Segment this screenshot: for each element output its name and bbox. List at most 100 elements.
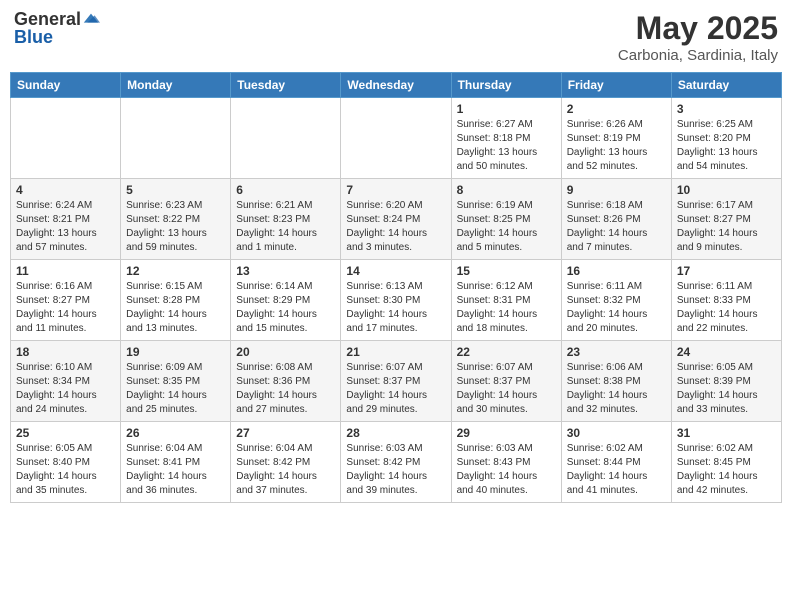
day-info: Sunrise: 6:25 AM Sunset: 8:20 PM Dayligh… bbox=[677, 118, 776, 174]
day-info: Sunrise: 6:24 AM Sunset: 8:21 PM Dayligh… bbox=[16, 199, 115, 255]
calendar-cell: 22 Sunrise: 6:07 AM Sunset: 8:37 PM Dayli… bbox=[451, 341, 561, 422]
logo-general: General bbox=[14, 10, 81, 28]
day-info: Sunrise: 6:05 AM Sunset: 8:40 PM Dayligh… bbox=[16, 442, 115, 498]
calendar-cell bbox=[341, 98, 451, 179]
day-number: 26 bbox=[126, 426, 225, 440]
day-info: Sunrise: 6:12 AM Sunset: 8:31 PM Dayligh… bbox=[457, 280, 556, 336]
day-number: 11 bbox=[16, 264, 115, 278]
day-number: 28 bbox=[346, 426, 445, 440]
day-number: 22 bbox=[457, 345, 556, 359]
calendar-cell: 23 Sunrise: 6:06 AM Sunset: 8:38 PM Dayli… bbox=[561, 341, 671, 422]
day-info: Sunrise: 6:02 AM Sunset: 8:44 PM Dayligh… bbox=[567, 442, 666, 498]
calendar-cell bbox=[231, 98, 341, 179]
day-number: 24 bbox=[677, 345, 776, 359]
calendar-cell: 29 Sunrise: 6:03 AM Sunset: 8:43 PM Dayli… bbox=[451, 422, 561, 503]
day-number: 20 bbox=[236, 345, 335, 359]
calendar-body: 1Sunrise: 6:27 AM Sunset: 8:18 PM Daylig… bbox=[11, 98, 782, 503]
calendar-cell: 21 Sunrise: 6:07 AM Sunset: 8:37 PM Dayli… bbox=[341, 341, 451, 422]
day-number: 21 bbox=[346, 345, 445, 359]
day-info: Sunrise: 6:03 AM Sunset: 8:42 PM Dayligh… bbox=[346, 442, 445, 498]
page-title: May 2025 bbox=[618, 10, 778, 47]
day-info: Sunrise: 6:13 AM Sunset: 8:30 PM Dayligh… bbox=[346, 280, 445, 336]
day-number: 16 bbox=[567, 264, 666, 278]
calendar-cell: 3 Sunrise: 6:25 AM Sunset: 8:20 PM Daylig… bbox=[671, 98, 781, 179]
day-info: Sunrise: 6:20 AM Sunset: 8:24 PM Dayligh… bbox=[346, 199, 445, 255]
calendar-cell: 13 Sunrise: 6:14 AM Sunset: 8:29 PM Dayli… bbox=[231, 260, 341, 341]
day-header-saturday: Saturday bbox=[671, 73, 781, 98]
calendar-cell: 18 Sunrise: 6:10 AM Sunset: 8:34 PM Dayli… bbox=[11, 341, 121, 422]
day-number: 19 bbox=[126, 345, 225, 359]
calendar-week-1: 1Sunrise: 6:27 AM Sunset: 8:18 PM Daylig… bbox=[11, 98, 782, 179]
day-info: Sunrise: 6:07 AM Sunset: 8:37 PM Dayligh… bbox=[346, 361, 445, 417]
day-info: Sunrise: 6:07 AM Sunset: 8:37 PM Dayligh… bbox=[457, 361, 556, 417]
calendar-cell: 30 Sunrise: 6:02 AM Sunset: 8:44 PM Dayli… bbox=[561, 422, 671, 503]
calendar-cell: 14 Sunrise: 6:13 AM Sunset: 8:30 PM Dayli… bbox=[341, 260, 451, 341]
day-number: 23 bbox=[567, 345, 666, 359]
calendar-cell: 24 Sunrise: 6:05 AM Sunset: 8:39 PM Dayli… bbox=[671, 341, 781, 422]
day-info: Sunrise: 6:15 AM Sunset: 8:28 PM Dayligh… bbox=[126, 280, 225, 336]
calendar-cell: 5 Sunrise: 6:23 AM Sunset: 8:22 PM Daylig… bbox=[121, 179, 231, 260]
day-number: 4 bbox=[16, 183, 115, 197]
day-info: Sunrise: 6:26 AM Sunset: 8:19 PM Dayligh… bbox=[567, 118, 666, 174]
logo-icon bbox=[82, 10, 100, 28]
day-info: Sunrise: 6:04 AM Sunset: 8:42 PM Dayligh… bbox=[236, 442, 335, 498]
calendar-cell: 27 Sunrise: 6:04 AM Sunset: 8:42 PM Dayli… bbox=[231, 422, 341, 503]
day-info: Sunrise: 6:27 AM Sunset: 8:18 PM Dayligh… bbox=[457, 118, 556, 174]
day-number: 18 bbox=[16, 345, 115, 359]
day-number: 2 bbox=[567, 102, 666, 116]
day-number: 10 bbox=[677, 183, 776, 197]
calendar-cell: 16 Sunrise: 6:11 AM Sunset: 8:32 PM Dayli… bbox=[561, 260, 671, 341]
day-info: Sunrise: 6:08 AM Sunset: 8:36 PM Dayligh… bbox=[236, 361, 335, 417]
day-info: Sunrise: 6:03 AM Sunset: 8:43 PM Dayligh… bbox=[457, 442, 556, 498]
day-number: 17 bbox=[677, 264, 776, 278]
page-header: General Blue May 2025 Carbonia, Sardinia… bbox=[10, 10, 782, 64]
day-info: Sunrise: 6:14 AM Sunset: 8:29 PM Dayligh… bbox=[236, 280, 335, 336]
day-info: Sunrise: 6:17 AM Sunset: 8:27 PM Dayligh… bbox=[677, 199, 776, 255]
day-number: 25 bbox=[16, 426, 115, 440]
day-info: Sunrise: 6:11 AM Sunset: 8:33 PM Dayligh… bbox=[677, 280, 776, 336]
page-subtitle: Carbonia, Sardinia, Italy bbox=[618, 47, 778, 64]
calendar-cell: 12Sunrise: 6:15 AM Sunset: 8:28 PM Dayli… bbox=[121, 260, 231, 341]
logo-blue: Blue bbox=[14, 27, 53, 47]
day-number: 30 bbox=[567, 426, 666, 440]
calendar-week-5: 25 Sunrise: 6:05 AM Sunset: 8:40 PM Dayli… bbox=[11, 422, 782, 503]
day-info: Sunrise: 6:05 AM Sunset: 8:39 PM Dayligh… bbox=[677, 361, 776, 417]
day-header-thursday: Thursday bbox=[451, 73, 561, 98]
calendar-table: SundayMondayTuesdayWednesdayThursdayFrid… bbox=[10, 72, 782, 503]
day-number: 5 bbox=[126, 183, 225, 197]
day-header-sunday: Sunday bbox=[11, 73, 121, 98]
calendar-week-2: 4 Sunrise: 6:24 AM Sunset: 8:21 PM Daylig… bbox=[11, 179, 782, 260]
day-info: Sunrise: 6:23 AM Sunset: 8:22 PM Dayligh… bbox=[126, 199, 225, 255]
calendar-cell bbox=[121, 98, 231, 179]
calendar-cell: 10 Sunrise: 6:17 AM Sunset: 8:27 PM Dayli… bbox=[671, 179, 781, 260]
logo: General Blue bbox=[14, 10, 100, 48]
calendar-cell: 9Sunrise: 6:18 AM Sunset: 8:26 PM Daylig… bbox=[561, 179, 671, 260]
day-header-friday: Friday bbox=[561, 73, 671, 98]
calendar-cell: 8Sunrise: 6:19 AM Sunset: 8:25 PM Daylig… bbox=[451, 179, 561, 260]
day-info: Sunrise: 6:10 AM Sunset: 8:34 PM Dayligh… bbox=[16, 361, 115, 417]
calendar-cell: 6Sunrise: 6:21 AM Sunset: 8:23 PM Daylig… bbox=[231, 179, 341, 260]
calendar-cell: 31Sunrise: 6:02 AM Sunset: 8:45 PM Dayli… bbox=[671, 422, 781, 503]
calendar-header: SundayMondayTuesdayWednesdayThursdayFrid… bbox=[11, 73, 782, 98]
day-number: 14 bbox=[346, 264, 445, 278]
day-number: 13 bbox=[236, 264, 335, 278]
calendar-cell bbox=[11, 98, 121, 179]
calendar-cell: 2 Sunrise: 6:26 AM Sunset: 8:19 PM Daylig… bbox=[561, 98, 671, 179]
calendar-cell: 17 Sunrise: 6:11 AM Sunset: 8:33 PM Dayli… bbox=[671, 260, 781, 341]
day-header-wednesday: Wednesday bbox=[341, 73, 451, 98]
calendar-cell: 15Sunrise: 6:12 AM Sunset: 8:31 PM Dayli… bbox=[451, 260, 561, 341]
calendar-cell: 19Sunrise: 6:09 AM Sunset: 8:35 PM Dayli… bbox=[121, 341, 231, 422]
title-block: May 2025 Carbonia, Sardinia, Italy bbox=[618, 10, 778, 64]
calendar-cell: 26 Sunrise: 6:04 AM Sunset: 8:41 PM Dayli… bbox=[121, 422, 231, 503]
day-header-monday: Monday bbox=[121, 73, 231, 98]
calendar-week-3: 11Sunrise: 6:16 AM Sunset: 8:27 PM Dayli… bbox=[11, 260, 782, 341]
day-number: 31 bbox=[677, 426, 776, 440]
calendar-week-4: 18 Sunrise: 6:10 AM Sunset: 8:34 PM Dayli… bbox=[11, 341, 782, 422]
day-info: Sunrise: 6:04 AM Sunset: 8:41 PM Dayligh… bbox=[126, 442, 225, 498]
day-number: 27 bbox=[236, 426, 335, 440]
day-info: Sunrise: 6:06 AM Sunset: 8:38 PM Dayligh… bbox=[567, 361, 666, 417]
day-number: 3 bbox=[677, 102, 776, 116]
day-info: Sunrise: 6:11 AM Sunset: 8:32 PM Dayligh… bbox=[567, 280, 666, 336]
day-number: 29 bbox=[457, 426, 556, 440]
calendar-cell: 4 Sunrise: 6:24 AM Sunset: 8:21 PM Daylig… bbox=[11, 179, 121, 260]
